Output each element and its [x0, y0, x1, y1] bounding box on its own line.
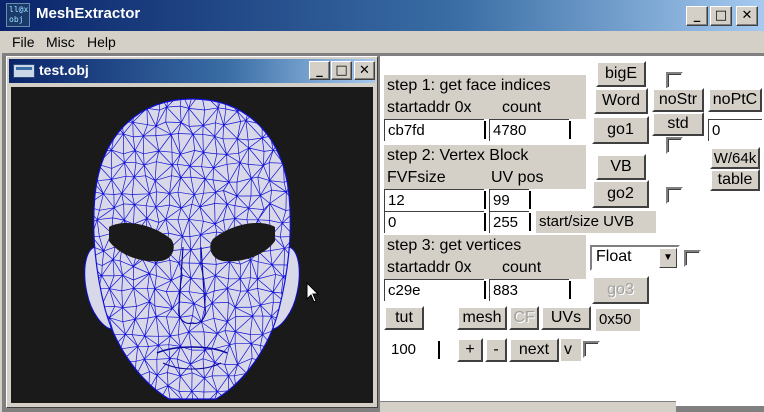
- vb-button[interactable]: VB: [596, 154, 646, 180]
- child-close-button[interactable]: ✕: [354, 61, 375, 80]
- mesh-button[interactable]: mesh: [457, 306, 507, 330]
- std-checkbox[interactable]: [666, 137, 683, 154]
- start-size-uvb-label: start/size UVB: [536, 211, 656, 233]
- step3-count-input[interactable]: 883: [489, 279, 569, 301]
- decrement-button[interactable]: -: [485, 338, 507, 362]
- step1-startaddr-label: startaddr 0x: [384, 97, 488, 119]
- field-divider: [569, 121, 571, 139]
- word-button[interactable]: Word: [594, 88, 648, 114]
- 3d-viewport[interactable]: [11, 87, 373, 403]
- step2-size-input[interactable]: 255: [489, 211, 529, 233]
- go2-checkbox[interactable]: [666, 187, 683, 204]
- menu-help[interactable]: Help: [87, 34, 116, 50]
- child-minimize-button[interactable]: _: [309, 61, 330, 80]
- close-button[interactable]: ✕: [736, 6, 758, 26]
- cf-button[interactable]: CF: [509, 306, 539, 330]
- chevron-down-icon[interactable]: ▼: [659, 248, 677, 268]
- menu-file[interactable]: File: [12, 34, 35, 50]
- v-label: v: [561, 339, 581, 361]
- field-divider: [484, 213, 486, 231]
- field-divider: [484, 191, 486, 209]
- step2-start-input[interactable]: 0: [384, 211, 484, 233]
- app-icon: ll@x obj: [6, 3, 30, 27]
- hex-offset-label: 0x50: [596, 309, 640, 331]
- next-button[interactable]: next: [509, 338, 559, 362]
- maximize-button[interactable]: □: [710, 6, 732, 26]
- mesh-render: [84, 98, 300, 400]
- app-icon-text-bottom: obj: [9, 15, 24, 24]
- format-select[interactable]: Float ▼: [590, 245, 680, 271]
- v-checkbox[interactable]: [583, 341, 600, 358]
- child-window-test-obj[interactable]: test.obj _ □ ✕: [6, 56, 378, 408]
- field-divider: [529, 213, 531, 231]
- step2-uvpos-label: UV pos: [488, 167, 586, 189]
- std-button[interactable]: std: [652, 112, 704, 136]
- child-maximize-button[interactable]: □: [331, 61, 352, 80]
- field-divider: [484, 121, 486, 139]
- step-size-input[interactable]: 100: [388, 339, 438, 361]
- field-divider: [438, 341, 440, 359]
- increment-button[interactable]: +: [457, 338, 483, 362]
- step3-count-label: count: [488, 257, 586, 279]
- app-icon-text-top: ll@x: [9, 5, 29, 14]
- window-icon: [13, 64, 35, 78]
- step1-count-input[interactable]: 4780: [489, 119, 569, 141]
- child-title: test.obj: [39, 62, 89, 78]
- noptc-button[interactable]: noPtC: [708, 88, 762, 112]
- main-titlebar[interactable]: ll@x obj MeshExtractor _ □ ✕: [0, 0, 764, 31]
- go3-button[interactable]: go3: [592, 276, 649, 304]
- step2-fvfsize-input[interactable]: 12: [384, 189, 484, 211]
- noptc-input[interactable]: 0: [708, 119, 762, 141]
- table-button[interactable]: table: [710, 169, 760, 191]
- step3-startaddr-input[interactable]: c29e: [384, 279, 484, 301]
- step3-startaddr-label: startaddr 0x: [384, 257, 488, 279]
- field-divider: [569, 281, 571, 299]
- step2-fvfsize-label: FVFsize: [384, 167, 488, 189]
- uvs-button[interactable]: UVs: [541, 306, 591, 330]
- field-divider: [529, 191, 531, 209]
- step1-count-label: count: [488, 97, 586, 119]
- w64k-button[interactable]: W/64k: [710, 147, 760, 169]
- format-select-value: Float: [596, 248, 632, 265]
- format-checkbox[interactable]: [684, 250, 701, 267]
- step2-title: step 2: Vertex Block: [384, 145, 586, 167]
- nostr-button[interactable]: noStr: [652, 88, 704, 112]
- go1-button[interactable]: go1: [592, 116, 649, 144]
- bige-checkbox[interactable]: [666, 72, 683, 89]
- mouse-cursor-icon: [306, 282, 320, 303]
- step1-title: step 1: get face indices: [384, 75, 586, 97]
- menu-misc[interactable]: Misc: [46, 34, 75, 50]
- step3-title: step 3: get vertices: [384, 235, 586, 257]
- child-titlebar[interactable]: test.obj _ □ ✕: [9, 59, 375, 83]
- tut-button[interactable]: tut: [384, 306, 424, 330]
- go2-button[interactable]: go2: [592, 180, 649, 208]
- step1-startaddr-input[interactable]: cb7fd: [384, 119, 484, 141]
- status-strip: [380, 401, 676, 412]
- menubar: File Misc Help: [0, 31, 764, 53]
- bige-button[interactable]: bigE: [596, 61, 646, 87]
- minimize-button[interactable]: _: [686, 6, 708, 26]
- app-title: MeshExtractor: [36, 5, 141, 22]
- field-divider: [484, 281, 486, 299]
- step2-uvpos-input[interactable]: 99: [489, 189, 529, 211]
